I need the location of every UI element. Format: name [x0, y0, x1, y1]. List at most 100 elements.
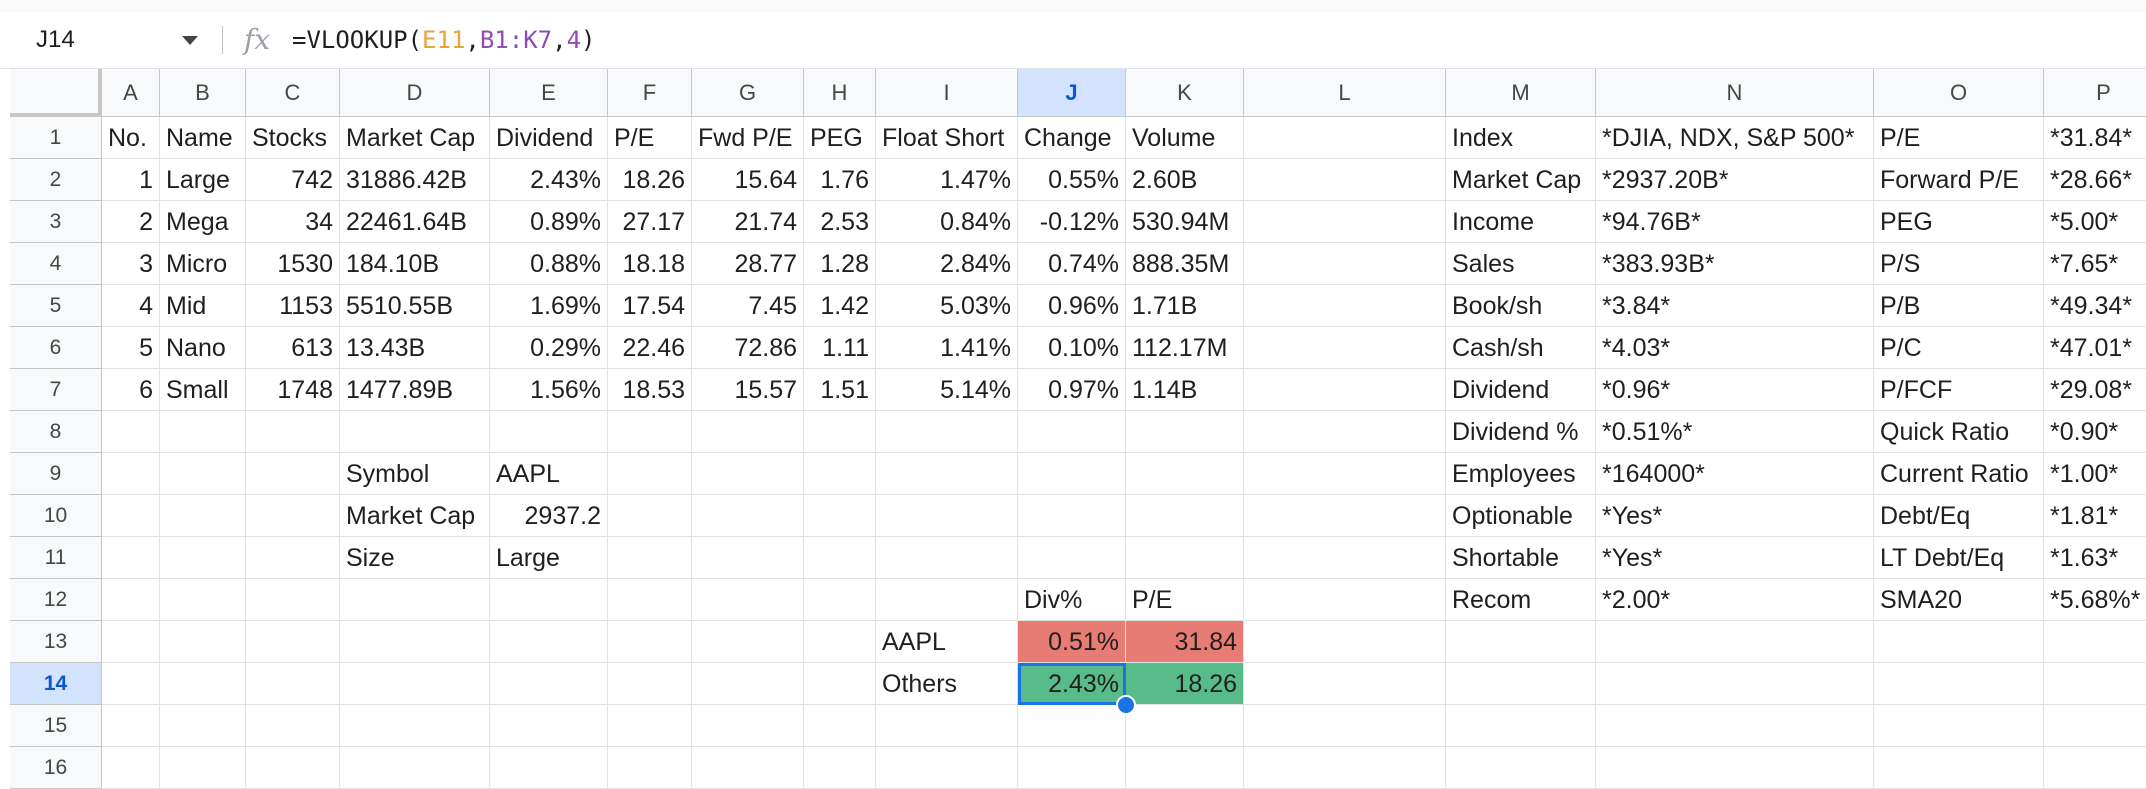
cell-c15[interactable] [246, 705, 340, 747]
cell-h10[interactable] [804, 495, 876, 537]
column-header-l[interactable]: L [1244, 69, 1446, 117]
row-header-6[interactable]: 6 [10, 327, 102, 369]
cell-k2[interactable]: 2.60B [1126, 159, 1244, 201]
cell-j4[interactable]: 0.74% [1018, 243, 1126, 285]
cell-e6[interactable]: 0.29% [490, 327, 608, 369]
cell-h5[interactable]: 1.42 [804, 285, 876, 327]
cell-o2[interactable]: Forward P/E [1874, 159, 2044, 201]
cell-i10[interactable] [876, 495, 1018, 537]
cell-f9[interactable] [608, 453, 692, 495]
cell-d4[interactable]: 184.10B [340, 243, 490, 285]
cell-i8[interactable] [876, 411, 1018, 453]
cell-d5[interactable]: 5510.55B [340, 285, 490, 327]
cell-b2[interactable]: Large [160, 159, 246, 201]
cell-b1[interactable]: Name [160, 117, 246, 159]
cell-g8[interactable] [692, 411, 804, 453]
cell-k16[interactable] [1126, 747, 1244, 789]
cell-m13[interactable] [1446, 621, 1596, 663]
cell-d13[interactable] [340, 621, 490, 663]
cell-a8[interactable] [102, 411, 160, 453]
cell-e9[interactable]: AAPL [490, 453, 608, 495]
cell-o3[interactable]: PEG [1874, 201, 2044, 243]
cell-a10[interactable] [102, 495, 160, 537]
cell-m5[interactable]: Book/sh [1446, 285, 1596, 327]
cell-h9[interactable] [804, 453, 876, 495]
cell-d10[interactable]: Market Cap [340, 495, 490, 537]
row-header-5[interactable]: 5 [10, 285, 102, 327]
cell-c10[interactable] [246, 495, 340, 537]
column-header-d[interactable]: D [340, 69, 490, 117]
cell-j15[interactable] [1018, 705, 1126, 747]
cell-f1[interactable]: P/E [608, 117, 692, 159]
cell-n5[interactable]: *3.84* [1596, 285, 1874, 327]
cell-o15[interactable] [1874, 705, 2044, 747]
cell-b9[interactable] [160, 453, 246, 495]
cell-a1[interactable]: No. [102, 117, 160, 159]
cell-c16[interactable] [246, 747, 340, 789]
cell-d12[interactable] [340, 579, 490, 621]
cell-h8[interactable] [804, 411, 876, 453]
cell-f11[interactable] [608, 537, 692, 579]
cell-l12[interactable] [1244, 579, 1446, 621]
cell-f4[interactable]: 18.18 [608, 243, 692, 285]
cell-e1[interactable]: Dividend [490, 117, 608, 159]
cell-c1[interactable]: Stocks [246, 117, 340, 159]
cell-k5[interactable]: 1.71B [1126, 285, 1244, 327]
cell-f16[interactable] [608, 747, 692, 789]
cell-b5[interactable]: Mid [160, 285, 246, 327]
cell-g7[interactable]: 15.57 [692, 369, 804, 411]
cell-j6[interactable]: 0.10% [1018, 327, 1126, 369]
cell-n6[interactable]: *4.03* [1596, 327, 1874, 369]
cell-i5[interactable]: 5.03% [876, 285, 1018, 327]
cell-m12[interactable]: Recom [1446, 579, 1596, 621]
fill-handle[interactable] [1116, 695, 1136, 715]
cell-g3[interactable]: 21.74 [692, 201, 804, 243]
cell-o5[interactable]: P/B [1874, 285, 2044, 327]
cell-a13[interactable] [102, 621, 160, 663]
column-header-o[interactable]: O [1874, 69, 2044, 117]
cell-c8[interactable] [246, 411, 340, 453]
cell-d9[interactable]: Symbol [340, 453, 490, 495]
cell-p13[interactable] [2044, 621, 2146, 663]
cell-k14[interactable]: 18.26 [1126, 663, 1244, 705]
cell-f14[interactable] [608, 663, 692, 705]
cell-o6[interactable]: P/C [1874, 327, 2044, 369]
cell-f2[interactable]: 18.26 [608, 159, 692, 201]
cell-k3[interactable]: 530.94M [1126, 201, 1244, 243]
cell-i6[interactable]: 1.41% [876, 327, 1018, 369]
cell-a15[interactable] [102, 705, 160, 747]
row-header-9[interactable]: 9 [10, 453, 102, 495]
cell-e8[interactable] [490, 411, 608, 453]
cell-p2[interactable]: *28.66* [2044, 159, 2146, 201]
cell-n16[interactable] [1596, 747, 1874, 789]
cell-l11[interactable] [1244, 537, 1446, 579]
cell-p15[interactable] [2044, 705, 2146, 747]
cell-g15[interactable] [692, 705, 804, 747]
row-header-8[interactable]: 8 [10, 411, 102, 453]
cell-k9[interactable] [1126, 453, 1244, 495]
cell-o12[interactable]: SMA20 [1874, 579, 2044, 621]
cell-d11[interactable]: Size [340, 537, 490, 579]
cell-g13[interactable] [692, 621, 804, 663]
cell-g5[interactable]: 7.45 [692, 285, 804, 327]
cell-j3[interactable]: -0.12% [1018, 201, 1126, 243]
cell-b8[interactable] [160, 411, 246, 453]
cell-k13[interactable]: 31.84 [1126, 621, 1244, 663]
cell-a2[interactable]: 1 [102, 159, 160, 201]
cell-l6[interactable] [1244, 327, 1446, 369]
cell-d15[interactable] [340, 705, 490, 747]
cell-n15[interactable] [1596, 705, 1874, 747]
cell-g16[interactable] [692, 747, 804, 789]
column-header-m[interactable]: M [1446, 69, 1596, 117]
cell-f6[interactable]: 22.46 [608, 327, 692, 369]
cell-i12[interactable] [876, 579, 1018, 621]
row-header-11[interactable]: 11 [10, 537, 102, 579]
cell-j5[interactable]: 0.96% [1018, 285, 1126, 327]
cell-h16[interactable] [804, 747, 876, 789]
column-header-p[interactable]: P [2044, 69, 2146, 117]
cell-g6[interactable]: 72.86 [692, 327, 804, 369]
cell-o7[interactable]: P/FCF [1874, 369, 2044, 411]
cell-e12[interactable] [490, 579, 608, 621]
row-header-4[interactable]: 4 [10, 243, 102, 285]
cell-f7[interactable]: 18.53 [608, 369, 692, 411]
